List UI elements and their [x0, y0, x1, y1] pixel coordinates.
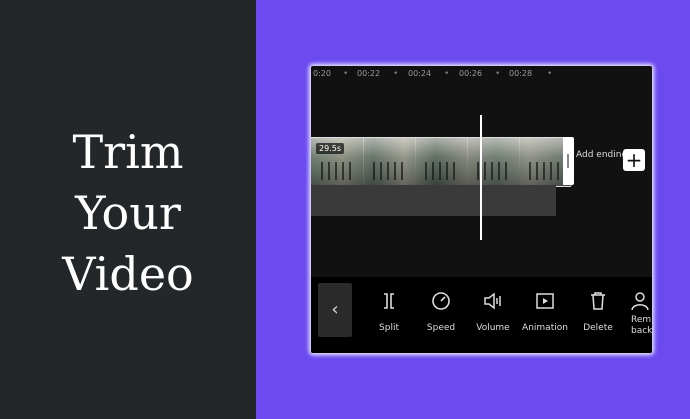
people-figure — [477, 162, 511, 180]
delete-icon — [591, 292, 605, 310]
remove-background-label: Rem back — [631, 315, 652, 336]
timeline-tick: 00:26 — [459, 69, 483, 78]
people-figure — [425, 162, 459, 180]
speed-button[interactable]: Speed — [411, 291, 471, 334]
add-ending-label: Add ending — [576, 150, 628, 160]
headline-line-3: Video — [62, 247, 194, 301]
timeline-dot: • — [343, 69, 349, 79]
split-icon — [384, 293, 394, 309]
volume-label: Volume — [476, 323, 510, 333]
back-button[interactable]: ‹ — [318, 283, 352, 337]
left-panel: Trim Your Video — [0, 0, 256, 419]
split-button[interactable]: Split — [359, 291, 419, 334]
volume-icon — [484, 292, 501, 310]
timeline-ruler: 0:20 • 00:22 • 00:24 • 00:26 • 00:28 • — [311, 66, 652, 84]
people-figure — [529, 162, 563, 180]
clip-frame — [467, 138, 520, 186]
split-label: Split — [379, 323, 399, 333]
timeline-tick: 0:20 — [313, 69, 331, 78]
speed-icon — [432, 292, 450, 310]
animation-button[interactable]: Animation — [515, 291, 575, 334]
clip-duration-badge: 29.5s — [316, 143, 344, 154]
edit-toolbar: ‹ Split Speed Volume Animation Delete Re… — [311, 277, 652, 353]
delete-button[interactable]: Delete — [568, 291, 628, 334]
people-figure — [373, 162, 407, 180]
headline-line-2: Your — [75, 186, 181, 240]
timeline-tick: 00:28 — [509, 69, 533, 78]
timeline-dot: • — [547, 69, 553, 79]
animation-icon — [536, 293, 554, 309]
trim-handle[interactable] — [563, 137, 574, 185]
add-ending-button[interactable]: + — [623, 149, 645, 171]
video-clip[interactable]: 29.5s — [311, 137, 572, 187]
timeline-dot: • — [393, 69, 399, 79]
timeline-dot: • — [495, 69, 501, 79]
headline: Trim Your Video — [0, 122, 256, 305]
playhead[interactable] — [480, 115, 482, 240]
headline-line-1: Trim — [72, 125, 184, 179]
timeline-tick: 00:22 — [357, 69, 381, 78]
person-icon — [631, 292, 649, 311]
clip-frame — [363, 138, 416, 186]
speed-label: Speed — [426, 323, 456, 333]
animation-label: Animation — [522, 323, 568, 333]
remove-background-button[interactable]: Rem back — [623, 291, 652, 337]
timeline-dot: • — [444, 69, 450, 79]
volume-button[interactable]: Volume — [463, 291, 523, 334]
timeline-tick: 00:24 — [408, 69, 432, 78]
clip-frame — [415, 138, 468, 186]
grip-icon — [567, 154, 569, 168]
audio-track[interactable] — [311, 185, 556, 216]
people-figure — [321, 162, 355, 180]
phone-screenshot: 0:20 • 00:22 • 00:24 • 00:26 • 00:28 • 2… — [311, 66, 652, 353]
delete-label: Delete — [583, 323, 613, 333]
